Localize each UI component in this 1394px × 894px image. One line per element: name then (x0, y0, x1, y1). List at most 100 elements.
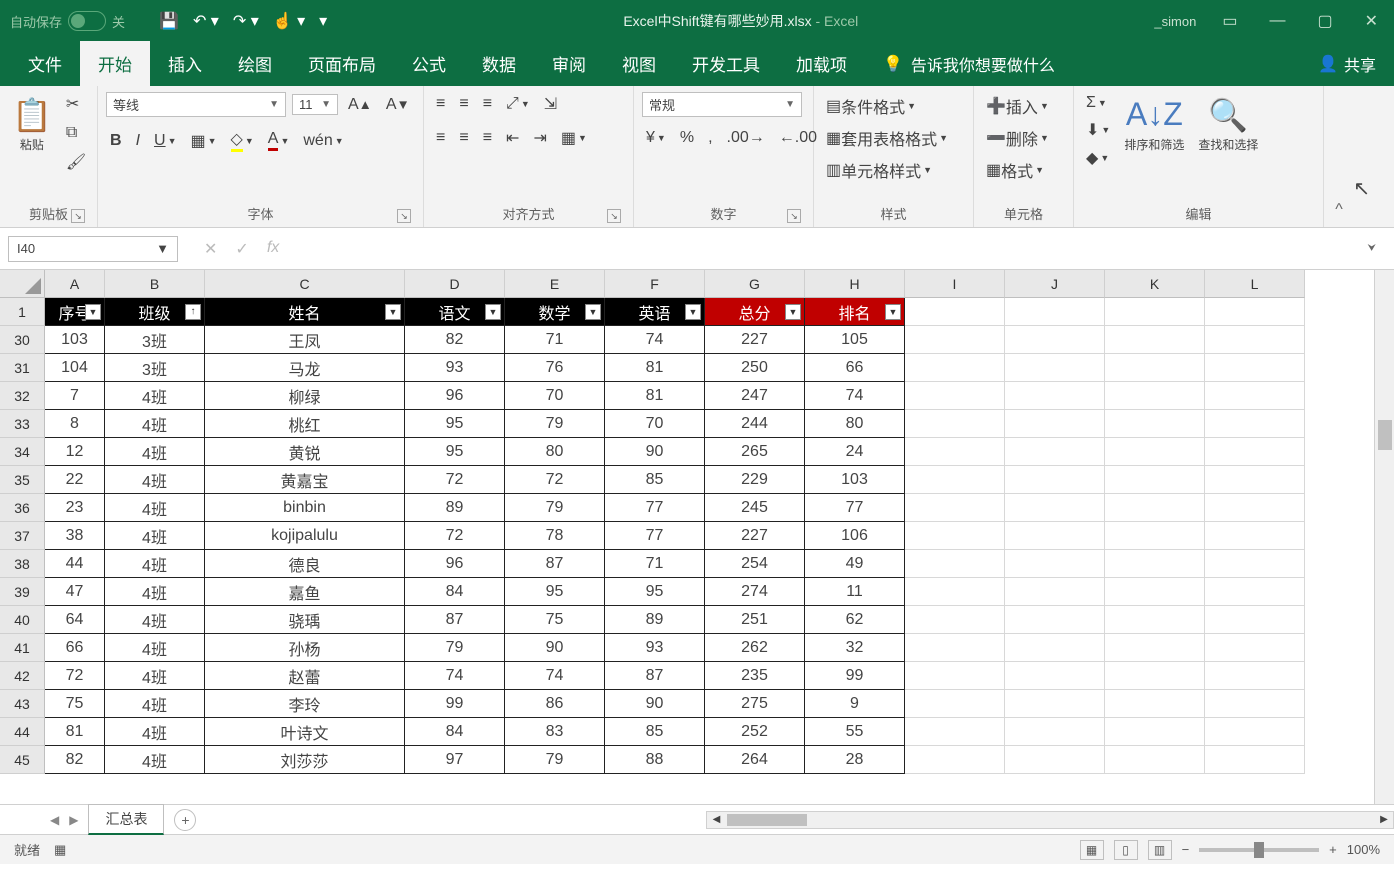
table-header-cell[interactable]: 英语▼ (605, 298, 705, 326)
font-name-dropdown[interactable]: 等线▼ (106, 92, 286, 117)
table-cell[interactable]: 90 (605, 438, 705, 466)
comma-button[interactable]: , (704, 127, 716, 149)
table-cell[interactable]: 265 (705, 438, 805, 466)
fill-color-button[interactable]: ◇▼ (227, 127, 258, 154)
table-cell[interactable]: 4班 (105, 466, 205, 494)
table-cell[interactable] (1105, 354, 1205, 382)
table-cell[interactable]: 79 (405, 634, 505, 662)
table-cell[interactable]: 97 (405, 746, 505, 774)
table-cell[interactable] (905, 690, 1005, 718)
table-cell[interactable] (905, 466, 1005, 494)
table-header-cell[interactable]: 排名▼ (805, 298, 905, 326)
table-cell[interactable] (905, 494, 1005, 522)
table-cell[interactable]: 88 (605, 746, 705, 774)
table-header-cell[interactable]: 班级↑ (105, 298, 205, 326)
table-cell[interactable] (905, 718, 1005, 746)
table-cell[interactable] (905, 410, 1005, 438)
table-cell[interactable]: 80 (805, 410, 905, 438)
align-launcher[interactable]: ↘ (607, 209, 621, 223)
table-cell[interactable]: 64 (45, 606, 105, 634)
sheet-nav-prev[interactable]: ◀ (50, 813, 59, 827)
table-cell[interactable] (1205, 662, 1305, 690)
share-button[interactable]: 👤共享 (1300, 42, 1394, 86)
table-cell[interactable]: 82 (405, 326, 505, 354)
align-right-button[interactable]: ≡ (479, 127, 496, 149)
table-cell[interactable]: 95 (405, 438, 505, 466)
font-launcher[interactable]: ↘ (397, 209, 411, 223)
table-cell[interactable]: 106 (805, 522, 905, 550)
table-cell[interactable] (1205, 438, 1305, 466)
table-cell[interactable] (905, 326, 1005, 354)
filter-button[interactable]: ▼ (85, 304, 101, 320)
table-cell[interactable]: 74 (605, 326, 705, 354)
table-cell[interactable]: 252 (705, 718, 805, 746)
select-all-corner[interactable] (0, 270, 45, 298)
clipboard-launcher[interactable]: ↘ (71, 209, 85, 223)
table-cell[interactable]: 244 (705, 410, 805, 438)
table-cell[interactable] (1205, 354, 1305, 382)
table-cell[interactable] (1105, 662, 1205, 690)
table-cell[interactable]: 96 (405, 382, 505, 410)
align-top-button[interactable]: ≡ (432, 93, 449, 115)
table-cell[interactable]: 4班 (105, 634, 205, 662)
table-cell[interactable] (905, 578, 1005, 606)
row-header[interactable]: 33 (0, 410, 45, 438)
column-header[interactable]: B (105, 270, 205, 298)
tab-addins[interactable]: 加载项 (778, 41, 865, 86)
row-header[interactable]: 43 (0, 690, 45, 718)
table-cell[interactable]: 49 (805, 550, 905, 578)
name-box[interactable]: I40▼ (8, 236, 178, 262)
table-cell[interactable] (1005, 746, 1105, 774)
phonetic-button[interactable]: wén▼ (299, 130, 347, 152)
table-cell[interactable] (1005, 606, 1105, 634)
table-cell[interactable] (905, 354, 1005, 382)
tab-formulas[interactable]: 公式 (394, 41, 464, 86)
table-cell[interactable] (1205, 522, 1305, 550)
table-cell[interactable]: 79 (505, 746, 605, 774)
table-cell[interactable]: 87 (405, 606, 505, 634)
table-cell[interactable]: 马龙 (205, 354, 405, 382)
formula-expand-icon[interactable]: ⮟ (1358, 243, 1387, 254)
table-cell[interactable] (1105, 326, 1205, 354)
align-middle-button[interactable]: ≡ (455, 93, 472, 115)
table-cell[interactable]: 85 (605, 466, 705, 494)
table-cell[interactable]: 4班 (105, 662, 205, 690)
table-cell[interactable]: 78 (505, 522, 605, 550)
table-cell[interactable]: 235 (705, 662, 805, 690)
table-cell[interactable]: 王凤 (205, 326, 405, 354)
table-cell[interactable]: 96 (405, 550, 505, 578)
table-cell[interactable] (1105, 494, 1205, 522)
table-cell[interactable]: 4班 (105, 438, 205, 466)
table-cell[interactable]: 81 (45, 718, 105, 746)
column-header[interactable]: D (405, 270, 505, 298)
table-cell[interactable] (1105, 690, 1205, 718)
table-cell[interactable]: 76 (505, 354, 605, 382)
table-cell[interactable] (1005, 326, 1105, 354)
table-cell[interactable] (1005, 550, 1105, 578)
column-header[interactable]: H (805, 270, 905, 298)
merge-button[interactable]: ▦▼ (557, 126, 591, 150)
table-cell[interactable]: 70 (505, 382, 605, 410)
table-cell[interactable]: 66 (805, 354, 905, 382)
tab-view[interactable]: 视图 (604, 41, 674, 86)
table-cell[interactable]: 3班 (105, 354, 205, 382)
table-cell[interactable]: 79 (505, 410, 605, 438)
table-cell[interactable]: 德良 (205, 550, 405, 578)
table-cell[interactable] (1105, 634, 1205, 662)
horizontal-scrollbar[interactable]: ◀ ▶ (706, 811, 1394, 829)
table-cell[interactable]: 95 (405, 410, 505, 438)
paste-button[interactable]: 📋粘贴 (8, 92, 56, 157)
worksheet-grid[interactable]: 130313233343536373839404142434445 ABCDEF… (0, 270, 1394, 804)
table-cell[interactable]: 86 (505, 690, 605, 718)
table-header-cell[interactable]: 序号▼ (45, 298, 105, 326)
row-header[interactable]: 44 (0, 718, 45, 746)
table-cell[interactable]: 251 (705, 606, 805, 634)
table-cell[interactable]: 85 (605, 718, 705, 746)
row-header[interactable]: 31 (0, 354, 45, 382)
new-sheet-button[interactable]: + (174, 809, 196, 831)
table-cell[interactable]: 孙杨 (205, 634, 405, 662)
table-cell[interactable]: 72 (45, 662, 105, 690)
table-cell[interactable] (905, 606, 1005, 634)
orientation-button[interactable]: ⤢▼ (502, 93, 534, 115)
filter-button[interactable]: ▼ (585, 304, 601, 320)
